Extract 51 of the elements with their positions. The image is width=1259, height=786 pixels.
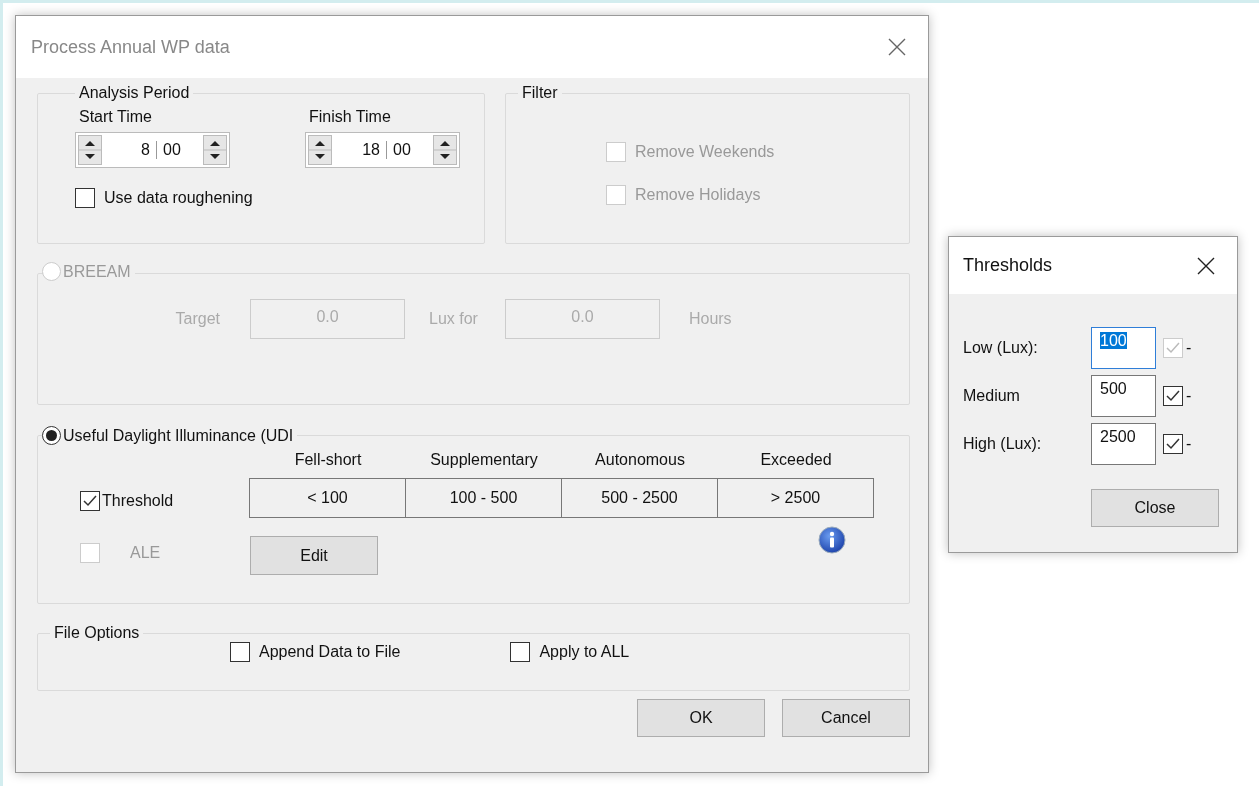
threshold-label: Low (Lux): (963, 339, 1039, 357)
threshold-checkbox[interactable]: Threshold (80, 491, 250, 511)
band-heading: Fell-short (293, 451, 363, 470)
file-option-checkbox[interactable]: Apply to ALL (510, 642, 630, 662)
threshold-checkbox[interactable] (1163, 386, 1183, 406)
file-option-checkbox[interactable]: Append Data to File (230, 642, 401, 662)
threshold-checkbox[interactable] (1163, 434, 1183, 454)
close-icon[interactable] (1197, 256, 1215, 275)
target-label: Target (174, 310, 220, 328)
threshold-label: High (Lux): (963, 435, 1043, 453)
minute-field[interactable]: 00 (157, 141, 203, 159)
info-icon[interactable] (818, 526, 846, 554)
checkmark-icon (1165, 436, 1181, 452)
group-title: Filter (521, 84, 559, 102)
spin-arrows-icon[interactable] (308, 135, 332, 165)
udi-radio[interactable]: Useful Daylight Illuminance (UDI (42, 426, 294, 445)
edit-button[interactable]: Edit (250, 536, 378, 575)
checkmark-icon (82, 493, 98, 509)
roughening-checkbox[interactable]: Use data roughening (75, 188, 253, 208)
time-label: Start Time (78, 108, 153, 126)
dash-label: - (1186, 387, 1192, 405)
band-range-cell: > 2500 (717, 478, 874, 518)
checkmark-icon (1165, 340, 1181, 356)
hour-field[interactable]: 8 (102, 141, 157, 159)
band-heading: Supplementary (429, 451, 539, 470)
checkmark-icon (1165, 388, 1181, 404)
threshold-field[interactable]: 2500 (1091, 423, 1156, 465)
minute-field[interactable]: 00 (387, 141, 433, 159)
hour-field[interactable]: 18 (332, 141, 387, 159)
group-title: Analysis Period (78, 84, 191, 102)
time-label: Finish Time (308, 108, 392, 126)
window-title: Process Annual WP data (31, 36, 230, 58)
spin-arrows-icon[interactable] (433, 135, 457, 165)
threshold-field[interactable]: 500 (1091, 375, 1156, 417)
band-range-cell: < 100 (249, 478, 406, 518)
band-range-cell: 100 - 500 (405, 478, 562, 518)
band-heading: Exceeded (759, 451, 833, 470)
close-button[interactable]: Close (1091, 489, 1219, 527)
window-title: Thresholds (963, 255, 1053, 276)
dialog-button[interactable]: OK (637, 699, 765, 737)
hours-label: Hours (688, 310, 732, 328)
group-title: File Options (53, 624, 141, 642)
band-heading: Autonomous (594, 451, 686, 470)
lux-label: Lux for (429, 310, 478, 328)
dash-label: - (1186, 339, 1192, 357)
dialog-button[interactable]: Cancel (782, 699, 910, 737)
threshold-label: Medium (963, 387, 1021, 405)
spin-arrows-icon[interactable] (203, 135, 227, 165)
dash-label: - (1186, 435, 1192, 453)
band-range-cell: 500 - 2500 (561, 478, 718, 518)
spin-arrows-icon[interactable] (78, 135, 102, 165)
